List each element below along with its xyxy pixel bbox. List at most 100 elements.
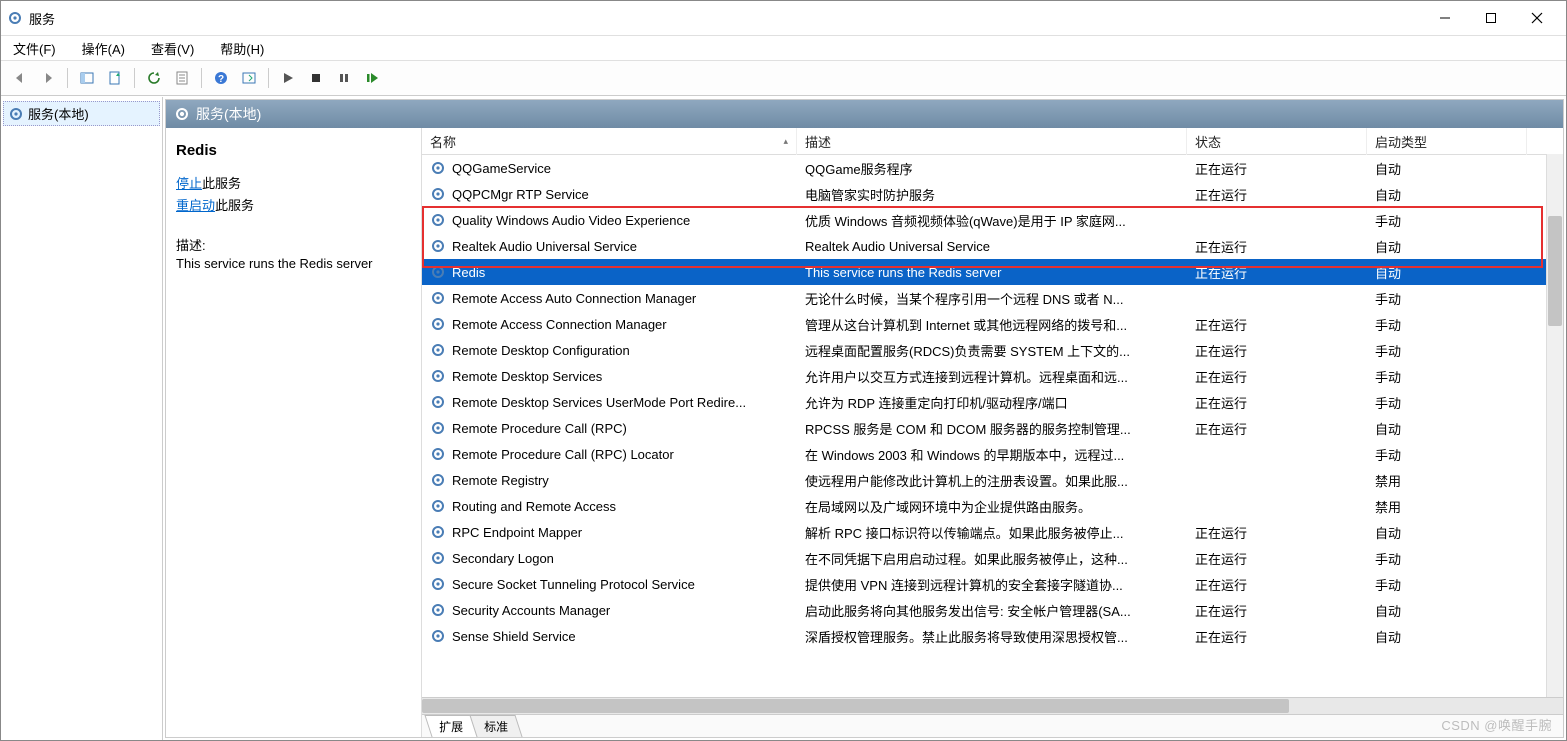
gear-icon — [8, 106, 24, 122]
service-name: Remote Desktop Services — [452, 369, 602, 384]
stop-service-link[interactable]: 停止 — [176, 176, 202, 191]
service-status: 正在运行 — [1187, 339, 1367, 362]
col-status[interactable]: 状态 — [1187, 128, 1367, 155]
service-row[interactable]: QQGameServiceQQGame服务程序正在运行自动 — [422, 155, 1563, 181]
service-status — [1187, 504, 1367, 508]
service-startup: 手动 — [1367, 365, 1527, 388]
restart-service-button[interactable] — [359, 65, 385, 91]
service-name: QQGameService — [452, 161, 551, 176]
service-desc: 无论什么时候，当某个程序引用一个远程 DNS 或者 N... — [797, 287, 1187, 310]
gear-icon — [430, 420, 446, 436]
col-startup[interactable]: 启动类型 — [1367, 128, 1527, 155]
service-startup: 手动 — [1367, 209, 1527, 232]
menu-file[interactable]: 文件(F) — [9, 37, 60, 60]
pause-service-button[interactable] — [331, 65, 357, 91]
service-status: 正在运行 — [1187, 313, 1367, 336]
service-name: Remote Desktop Services UserMode Port Re… — [452, 395, 746, 410]
scroll-thumb[interactable] — [1548, 216, 1562, 326]
service-row[interactable]: Remote Access Auto Connection Manager无论什… — [422, 285, 1563, 311]
service-status: 正在运行 — [1187, 521, 1367, 544]
service-status: 正在运行 — [1187, 625, 1367, 648]
back-button[interactable] — [7, 65, 33, 91]
stop-service-button[interactable] — [303, 65, 329, 91]
scroll-thumb[interactable] — [422, 699, 1289, 713]
service-name: Remote Procedure Call (RPC) Locator — [452, 447, 674, 462]
stop-suffix: 此服务 — [202, 176, 241, 191]
service-row[interactable]: Remote Desktop Configuration远程桌面配置服务(RDC… — [422, 337, 1563, 363]
service-status: 正在运行 — [1187, 261, 1367, 284]
service-name: Remote Desktop Configuration — [452, 343, 630, 358]
service-action-links: 停止此服务 重启动此服务 — [176, 173, 411, 217]
service-row[interactable]: Quality Windows Audio Video Experience优质… — [422, 207, 1563, 233]
maximize-button[interactable] — [1468, 3, 1514, 33]
vertical-scrollbar[interactable] — [1546, 154, 1563, 699]
service-row[interactable]: Remote Procedure Call (RPC) Locator在 Win… — [422, 441, 1563, 467]
service-status — [1187, 296, 1367, 300]
service-row[interactable]: Secure Socket Tunneling Protocol Service… — [422, 571, 1563, 597]
service-name: Routing and Remote Access — [452, 499, 616, 514]
service-row[interactable]: Remote Registry使远程用户能修改此计算机上的注册表设置。如果此服.… — [422, 467, 1563, 493]
service-row[interactable]: QQPCMgr RTP Service电脑管家实时防护服务正在运行自动 — [422, 181, 1563, 207]
col-name[interactable]: 名称▴ — [422, 128, 797, 155]
gear-icon — [430, 628, 446, 644]
service-name: Redis — [452, 265, 485, 280]
close-button[interactable] — [1514, 3, 1560, 33]
service-row[interactable]: Secondary Logon在不同凭据下启用启动过程。如果此服务被停止，这种.… — [422, 545, 1563, 571]
minimize-button[interactable] — [1422, 3, 1468, 33]
tree-root-services-local[interactable]: 服务(本地) — [3, 101, 160, 126]
show-hide-tree-button[interactable] — [74, 65, 100, 91]
gear-icon — [174, 106, 190, 122]
service-desc: 允许用户以交互方式连接到远程计算机。远程桌面和远... — [797, 365, 1187, 388]
service-row[interactable]: RedisThis service runs the Redis server正… — [422, 259, 1563, 285]
body: 服务(本地) 服务(本地) Redis 停止此服务 重启动此服务 描 — [1, 96, 1566, 740]
content: Redis 停止此服务 重启动此服务 描述: This service runs… — [166, 128, 1563, 737]
menu-action[interactable]: 操作(A) — [78, 37, 129, 60]
tree-pane: 服务(本地) — [1, 97, 163, 740]
service-startup: 自动 — [1367, 521, 1527, 544]
window-title: 服务 — [29, 9, 55, 28]
horizontal-scrollbar[interactable] — [422, 697, 1563, 714]
service-row[interactable]: RPC Endpoint Mapper解析 RPC 接口标识符以传输端点。如果此… — [422, 519, 1563, 545]
forward-button[interactable] — [35, 65, 61, 91]
restart-service-link[interactable]: 重启动 — [176, 198, 215, 213]
list-rows[interactable]: QQGameServiceQQGame服务程序正在运行自动QQPCMgr RTP… — [422, 155, 1563, 697]
export-list-button[interactable] — [102, 65, 128, 91]
toolbar: ? — [1, 61, 1566, 96]
tab-standard[interactable]: 标准 — [469, 715, 522, 737]
service-name: Remote Registry — [452, 473, 549, 488]
start-service-button[interactable] — [275, 65, 301, 91]
service-desc: 深盾授权管理服务。禁止此服务将导致使用深思授权管... — [797, 625, 1187, 648]
gear-icon — [430, 342, 446, 358]
help-button[interactable]: ? — [208, 65, 234, 91]
service-startup: 手动 — [1367, 573, 1527, 596]
col-desc[interactable]: 描述 — [797, 128, 1187, 155]
gear-icon — [430, 186, 446, 202]
service-desc: 在局域网以及广域网环境中为企业提供路由服务。 — [797, 495, 1187, 518]
detail-pane: Redis 停止此服务 重启动此服务 描述: This service runs… — [166, 128, 422, 737]
service-row[interactable]: Remote Access Connection Manager管理从这台计算机… — [422, 311, 1563, 337]
refresh-button[interactable] — [141, 65, 167, 91]
service-row[interactable]: Security Accounts Manager启动此服务将向其他服务发出信号… — [422, 597, 1563, 623]
menu-view[interactable]: 查看(V) — [147, 37, 198, 60]
service-row[interactable]: Remote Procedure Call (RPC)RPCSS 服务是 COM… — [422, 415, 1563, 441]
service-row[interactable]: Realtek Audio Universal ServiceRealtek A… — [422, 233, 1563, 259]
selected-service-name: Redis — [176, 142, 411, 159]
service-row[interactable]: Remote Desktop Services UserMode Port Re… — [422, 389, 1563, 415]
service-row[interactable]: Sense Shield Service深盾授权管理服务。禁止此服务将导致使用深… — [422, 623, 1563, 649]
service-startup: 手动 — [1367, 547, 1527, 570]
service-status: 正在运行 — [1187, 365, 1367, 388]
service-startup: 手动 — [1367, 443, 1527, 466]
service-row[interactable]: Routing and Remote Access 在局域网以及广域网环境中为企业… — [422, 493, 1563, 519]
service-row[interactable]: Remote Desktop Services 允许用户以交互方式连接到远程计算机… — [422, 363, 1563, 389]
gear-icon — [430, 550, 446, 566]
service-desc: 提供使用 VPN 连接到远程计算机的安全套接字隧道协... — [797, 573, 1187, 596]
properties-button[interactable] — [169, 65, 195, 91]
restart-suffix: 此服务 — [215, 198, 254, 213]
gear-icon — [430, 472, 446, 488]
titlebar: 服务 — [1, 1, 1566, 36]
menu-help[interactable]: 帮助(H) — [216, 37, 268, 60]
watermark: CSDN @唤醒手腕 — [1441, 715, 1552, 734]
sort-indicator-icon: ▴ — [783, 136, 788, 147]
toggle-console-button[interactable] — [236, 65, 262, 91]
service-startup: 自动 — [1367, 599, 1527, 622]
